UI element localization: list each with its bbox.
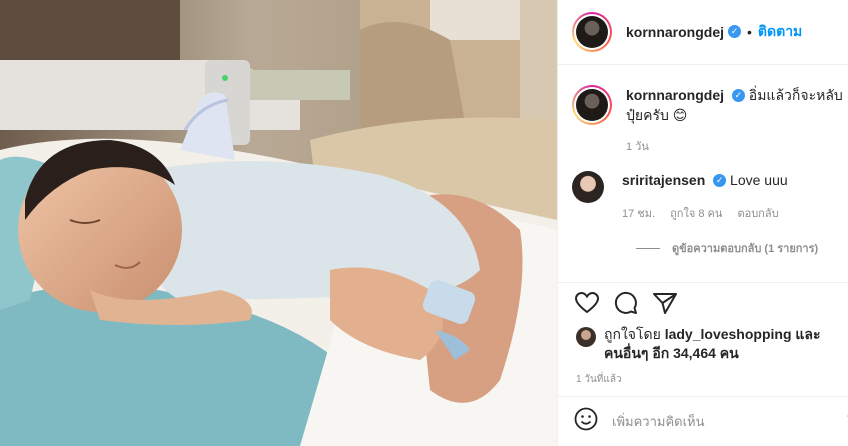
heart-icon[interactable] <box>574 290 600 316</box>
posted-time[interactable]: 1 วันที่แล้ว <box>576 372 622 387</box>
caption: kornnarongdej ✓ อิ่มแล้วก็จะหลับปุ๋ยครับ… <box>572 85 848 157</box>
emoji-icon[interactable] <box>574 407 598 436</box>
liker-avatar[interactable] <box>576 327 596 347</box>
commenter-username[interactable]: sriritajensen <box>622 172 705 188</box>
add-comment-bar: เพิ่มความคิดเห็น โ <box>558 396 848 446</box>
baby-photo-image <box>0 0 557 446</box>
caption-avatar[interactable] <box>572 85 612 125</box>
comments-section: kornnarongdej ✓ อิ่มแล้วก็จะหลับปุ๋ยครับ… <box>558 65 848 282</box>
commenter-avatar[interactable] <box>572 171 604 203</box>
author-avatar[interactable] <box>572 12 612 52</box>
comment-text: Love uuu <box>730 172 788 188</box>
verified-badge-icon: ✓ <box>728 24 742 38</box>
share-icon[interactable] <box>652 290 678 316</box>
verified-badge-icon: ✓ <box>731 88 745 102</box>
action-bar <box>558 282 848 322</box>
comment-time[interactable]: 17 ชม. <box>622 208 655 220</box>
post-header: kornnarongdej ✓ • ติดตาม <box>558 0 848 65</box>
post-photo[interactable] <box>0 0 557 446</box>
comment-item: sriritajensen ✓ Love uuu 17 ชม. ถูกใจ 8 … <box>572 171 848 223</box>
likes-others-button[interactable]: คนอื่นๆ อีก 34,464 คน <box>604 345 739 361</box>
likes-and: และ <box>795 326 821 342</box>
likes-prefix: ถูกใจโดย <box>604 326 661 342</box>
comment-icon[interactable] <box>613 290 639 316</box>
author-username[interactable]: kornnarongdej <box>626 24 724 40</box>
likes-summary: ถูกใจโดย lady_loveshopping และ คนอื่นๆ อ… <box>576 325 840 363</box>
caption-username[interactable]: kornnarongdej <box>626 87 724 103</box>
replies-divider <box>636 247 660 249</box>
reply-button[interactable]: ตอบกลับ <box>737 208 778 220</box>
comment-meta: 17 ชม. ถูกใจ 8 คน ตอบกลับ <box>622 205 791 223</box>
view-replies-button[interactable]: ดูข้อความตอบกลับ (1 รายการ) <box>636 239 848 257</box>
liker-username[interactable]: lady_loveshopping <box>665 326 792 342</box>
view-replies-label: ดูข้อความตอบกลับ (1 รายการ) <box>672 243 819 255</box>
post-sidebar: kornnarongdej ✓ • ติดตาม kornnarongdej ✓… <box>557 0 848 446</box>
verified-badge-icon: ✓ <box>713 173 727 187</box>
follow-button[interactable]: ติดตาม <box>758 21 802 43</box>
comment-input[interactable]: เพิ่มความคิดเห็น <box>612 411 847 432</box>
separator-dot: • <box>747 24 752 40</box>
caption-time[interactable]: 1 วัน <box>626 137 846 157</box>
comment-likes[interactable]: ถูกใจ 8 คน <box>670 208 722 220</box>
